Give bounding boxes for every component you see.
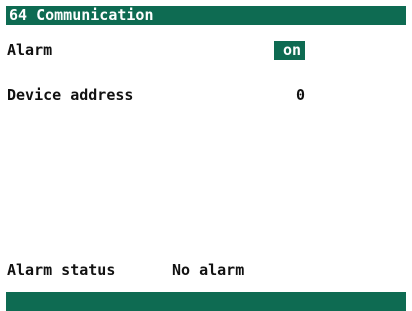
alarm-status-label: Alarm status: [7, 261, 116, 279]
menu-title: 64 Communication: [9, 6, 154, 24]
device-address-label: Device address: [7, 86, 134, 104]
alarm-status-value: No alarm: [172, 261, 245, 279]
device-address-value[interactable]: 0: [286, 86, 305, 104]
footer-bar: [6, 292, 406, 311]
device-screen: 64 Communication Alarm on Device address…: [0, 0, 412, 311]
title-bar: 64 Communication: [6, 6, 406, 25]
alarm-toggle[interactable]: on: [274, 41, 305, 60]
alarm-label: Alarm: [7, 41, 53, 59]
